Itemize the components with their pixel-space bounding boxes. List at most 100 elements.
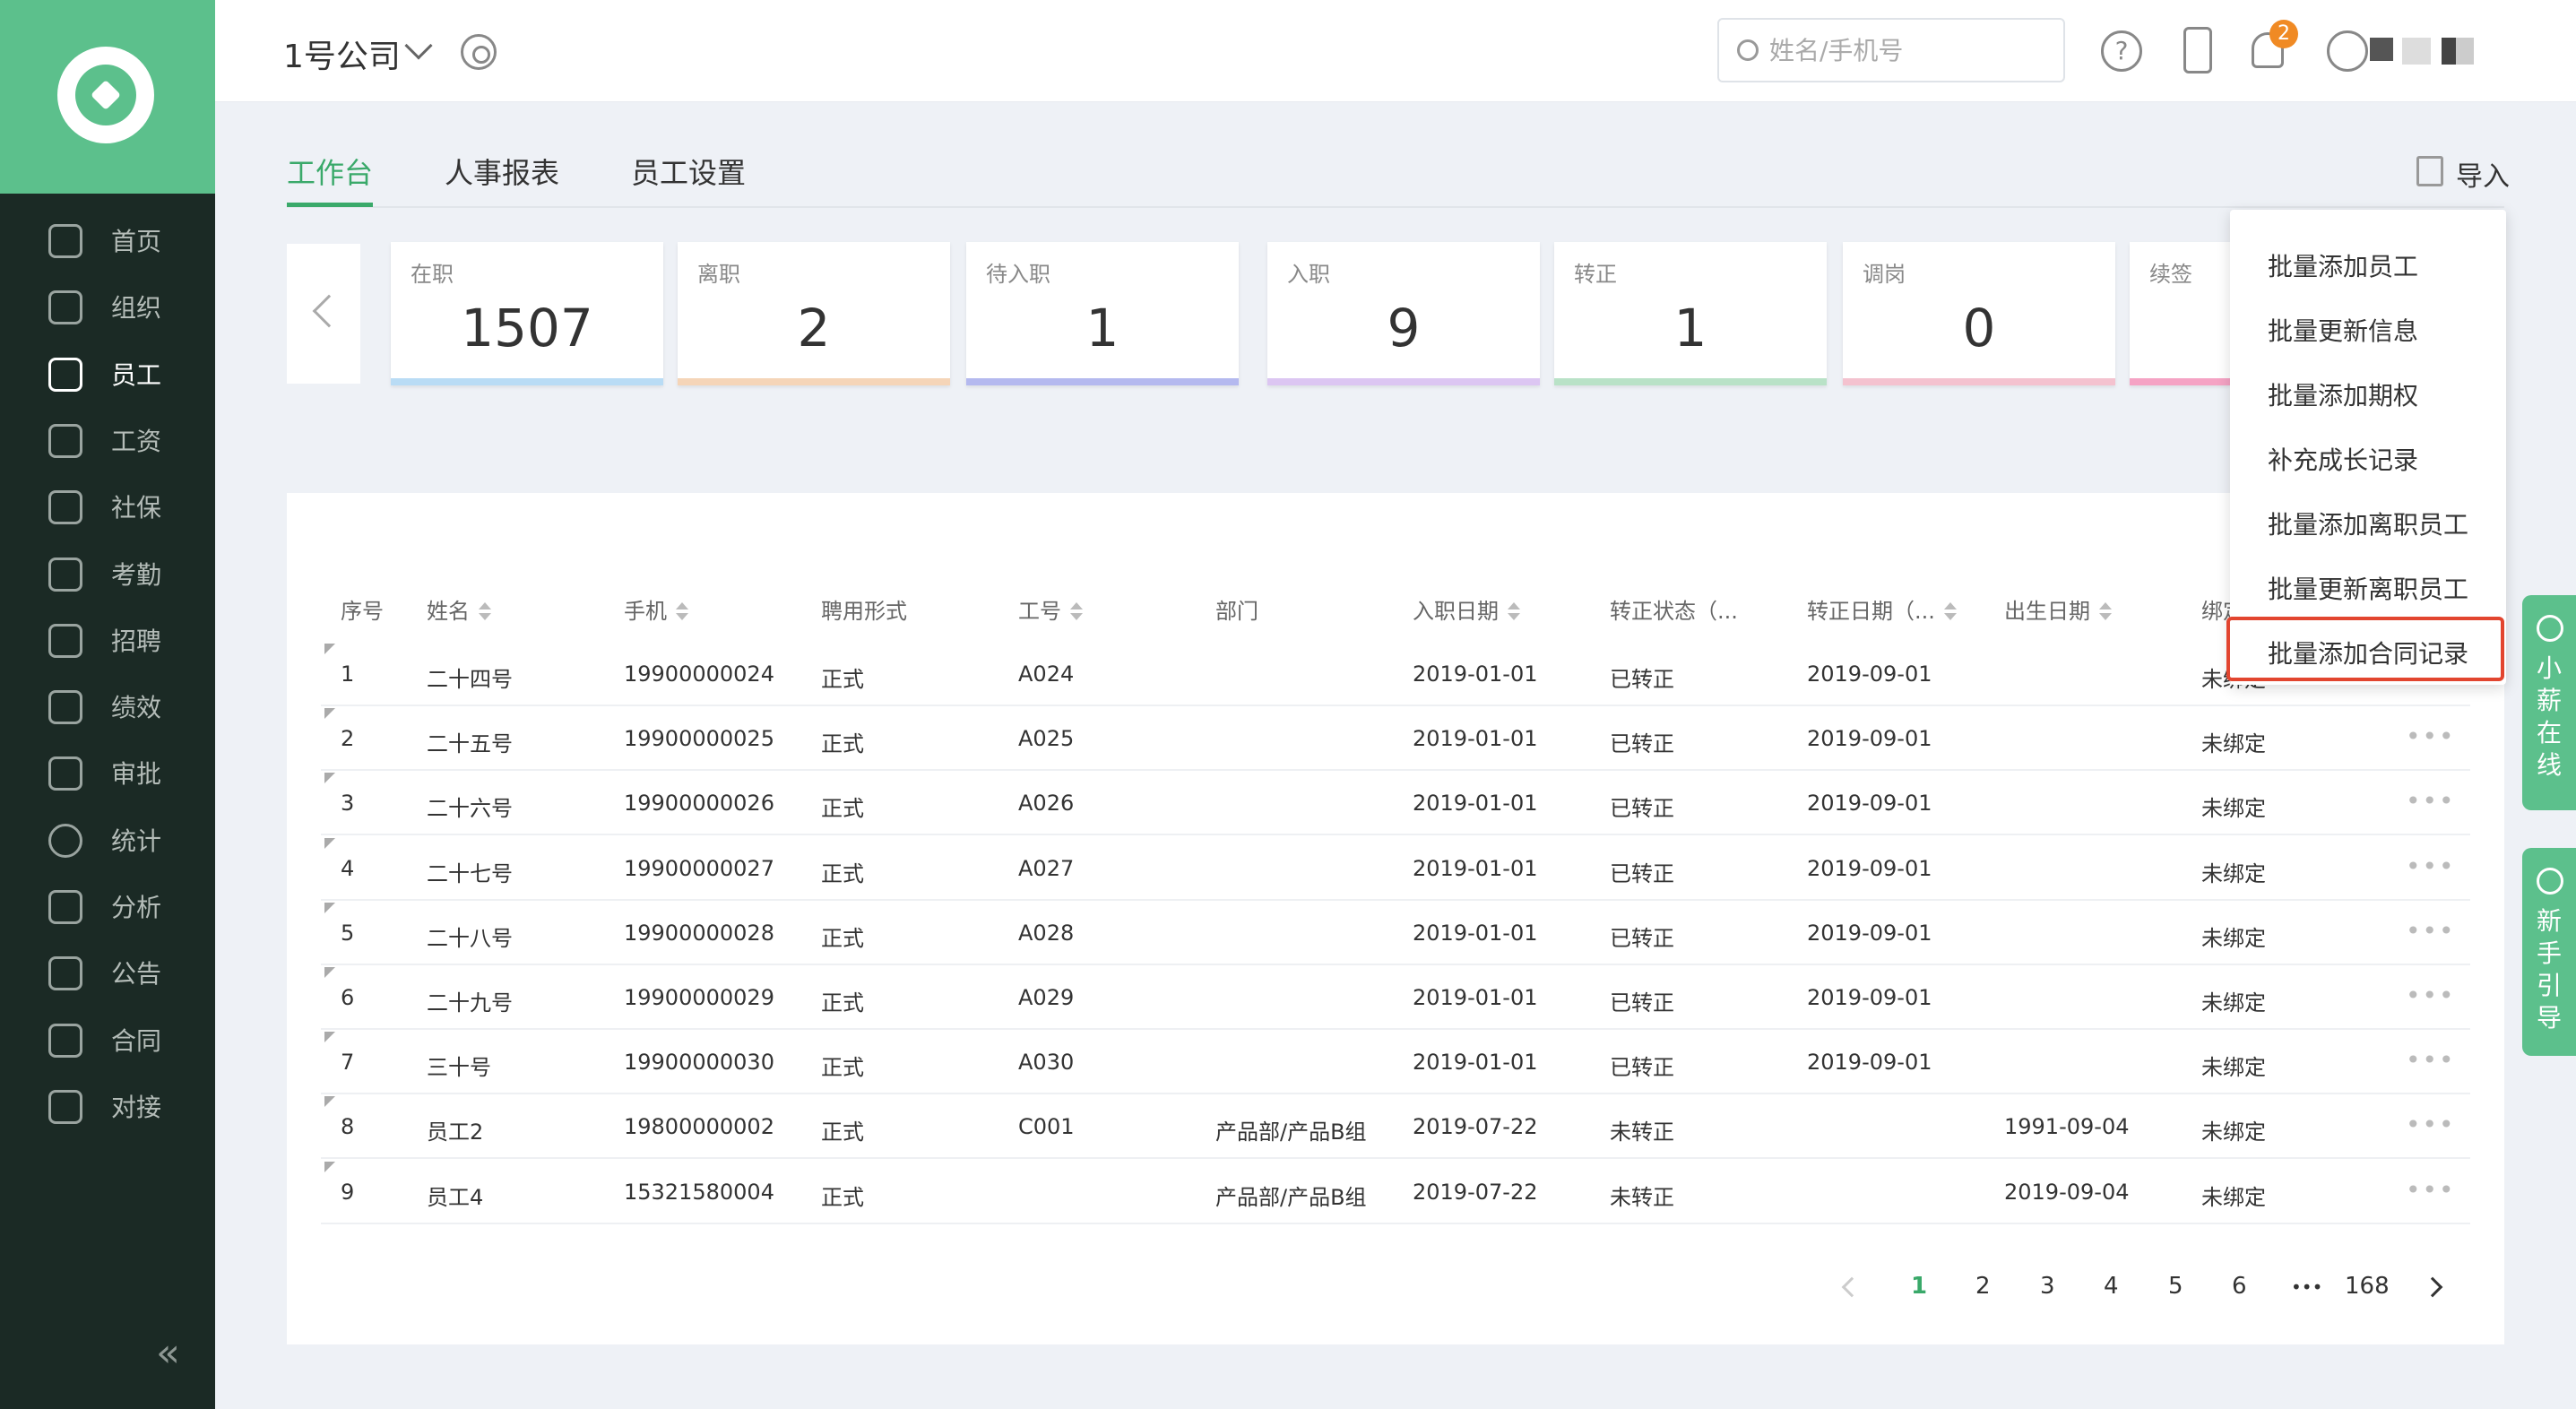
stat-card[interactable]: 在职 1507 [391, 242, 663, 385]
tab-employee-settings[interactable]: 员工设置 [631, 151, 746, 192]
import-menu-item[interactable]: 批量添加期权 [2268, 376, 2418, 412]
avatar[interactable] [2370, 38, 2393, 61]
more-icon[interactable]: ••• [2406, 789, 2456, 814]
column-header[interactable]: 手机 [624, 593, 688, 625]
company-selector[interactable]: 1号公司 [283, 30, 401, 77]
sidebar-item-6[interactable]: 招聘 [0, 606, 215, 672]
column-header-label: 手机 [624, 599, 667, 624]
table-row[interactable]: 9 员工4 15321580004 正式 产品部/产品B组 2019-07-22 未转正 20… [321, 1160, 2470, 1224]
sidebar-item-4[interactable]: 社保 [0, 472, 215, 539]
stat-card[interactable]: 续签 [2130, 242, 2230, 385]
logo[interactable] [0, 0, 215, 194]
page-button[interactable]: 5 [2168, 1273, 2183, 1300]
tab-hr-reports[interactable]: 人事报表 [445, 151, 559, 192]
page-button[interactable]: 3 [2040, 1273, 2055, 1300]
sort-icon[interactable] [676, 602, 688, 622]
sidebar-item-0[interactable]: 首页 [0, 206, 215, 272]
sort-icon[interactable] [1070, 602, 1083, 622]
tab-workbench[interactable]: 工作台 [287, 151, 373, 192]
sort-icon[interactable] [1943, 602, 1957, 622]
column-header-label: 出生日期 [2004, 599, 2090, 624]
cell-bind: 未绑定 [2201, 990, 2266, 1016]
column-header[interactable]: 出生日期 [2004, 593, 2112, 625]
table-row[interactable]: 6 二十九号 19900000029 正式 A029 2019-01-01 已转正 2019-… [321, 965, 2470, 1030]
gear-icon[interactable] [461, 34, 497, 70]
pie-chart-icon [48, 823, 82, 858]
column-header[interactable]: 姓名 [427, 593, 491, 625]
cell-regular: 2019-09-01 [1807, 726, 1932, 752]
more-icon[interactable]: ••• [2406, 724, 2456, 749]
stat-label: 在职 [411, 262, 454, 287]
cell-type: 正式 [821, 925, 864, 951]
stat-card[interactable]: 转正 1 [1554, 242, 1827, 385]
table-row[interactable]: 2 二十五号 19900000025 正式 A025 2019-01-01 已转正 2019-… [321, 706, 2470, 772]
import-menu-item[interactable]: 批量添加员工 [2268, 247, 2418, 283]
more-icon[interactable]: ••• [2406, 1177, 2456, 1202]
sort-icon[interactable] [479, 602, 491, 622]
table-row[interactable]: 7 三十号 19900000030 正式 A030 2019-01-01 已转正 2019-0… [321, 1030, 2470, 1095]
search-input[interactable] [1769, 32, 2038, 68]
more-icon[interactable]: ••• [2406, 918, 2456, 943]
more-icon[interactable]: ••• [2406, 853, 2456, 878]
column-header[interactable]: 转正日期（... [1807, 593, 1957, 625]
page-button[interactable]: 2 [1975, 1273, 1991, 1300]
import-menu-item[interactable]: 批量更新信息 [2268, 312, 2418, 348]
import-button[interactable]: 导入 [2416, 152, 2515, 193]
column-header-label: 转正日期（... [1807, 599, 1935, 624]
more-icon[interactable]: ••• [2406, 983, 2456, 1008]
import-menu-item[interactable]: 批量添加离职员工 [2268, 506, 2468, 541]
collapse-sidebar-icon[interactable]: « [156, 1334, 180, 1373]
sidebar-item-2[interactable]: 员工 [0, 340, 215, 406]
mobile-icon[interactable] [2183, 27, 2212, 73]
import-menu-item[interactable]: 批量更新离职员工 [2268, 570, 2468, 606]
page-button[interactable]: 6 [2232, 1273, 2247, 1300]
page-button[interactable]: ••• [2291, 1276, 2322, 1298]
stat-card[interactable]: 离职 2 [678, 242, 950, 385]
cell-name: 二十六号 [427, 796, 513, 822]
float-widget-1[interactable]: 新手引导 [2522, 848, 2576, 1056]
sidebar-item-9[interactable]: 统计 [0, 806, 215, 872]
sidebar-item-8[interactable]: 审批 [0, 739, 215, 805]
table-row[interactable]: 4 二十七号 19900000027 正式 A027 2019-01-01 已转正 2019-… [321, 836, 2470, 901]
sort-icon[interactable] [1508, 602, 1520, 622]
sidebar-item-label: 考勤 [111, 559, 162, 590]
sidebar-item-11[interactable]: 公告 [0, 938, 215, 1005]
sidebar-item-12[interactable]: 合同 [0, 1006, 215, 1072]
column-header[interactable]: 入职日期 [1413, 593, 1520, 625]
user-icon[interactable] [2327, 30, 2368, 72]
float-widget-0[interactable]: 小薪在线 [2522, 595, 2576, 810]
table-row[interactable]: 1 二十四号 19900000024 正式 A024 2019-01-01 已转正 2019-… [321, 642, 2470, 706]
page-button[interactable]: 1 [1911, 1273, 1927, 1300]
sidebar-item-7[interactable]: 绩效 [0, 672, 215, 739]
cell-bind: 未绑定 [2201, 731, 2266, 757]
search-box[interactable] [1717, 18, 2065, 82]
stats-prev-button[interactable] [287, 244, 360, 384]
page-button[interactable]: 4 [2104, 1273, 2119, 1300]
chevron-down-icon[interactable] [404, 31, 433, 60]
stat-card[interactable]: 待入职 1 [966, 242, 1239, 385]
sidebar-item-10[interactable]: 分析 [0, 872, 215, 938]
page-button[interactable]: 168 [2345, 1273, 2390, 1300]
help-icon[interactable]: ? [2101, 30, 2142, 72]
table-row[interactable]: 5 二十八号 19900000028 正式 A028 2019-01-01 已转正 2019-… [321, 901, 2470, 965]
more-icon[interactable]: ••• [2406, 1048, 2456, 1073]
table-row[interactable]: 8 员工2 19800000002 正式 C001 产品部/产品B组 2019-07-22 未… [321, 1094, 2470, 1160]
sidebar-item-13[interactable]: 对接 [0, 1072, 215, 1138]
stat-card[interactable]: 调岗 0 [1843, 242, 2115, 385]
cell-no: 6 [341, 985, 355, 1010]
analytics-icon [48, 890, 82, 924]
table-row[interactable]: 3 二十六号 19900000026 正式 A026 2019-01-01 已转正 2019-… [321, 771, 2470, 836]
cell-type: 正式 [821, 667, 864, 692]
sidebar-item-5[interactable]: 考勤 [0, 540, 215, 606]
user-name-blurred[interactable] [2402, 38, 2474, 65]
highlight-box [2226, 617, 2504, 681]
sidebar-item-3[interactable]: 工资 [0, 406, 215, 472]
stat-card[interactable]: 入职 9 [1267, 242, 1540, 385]
sidebar-item-1[interactable]: 组织 [0, 272, 215, 339]
more-icon[interactable]: ••• [2406, 1112, 2456, 1137]
float-widget-label: 新手引导 [2536, 906, 2562, 1033]
sort-icon[interactable] [2099, 602, 2112, 622]
column-header[interactable]: 工号 [1018, 593, 1083, 625]
compass-icon [2537, 868, 2563, 895]
import-menu-item[interactable]: 补充成长记录 [2268, 441, 2418, 477]
